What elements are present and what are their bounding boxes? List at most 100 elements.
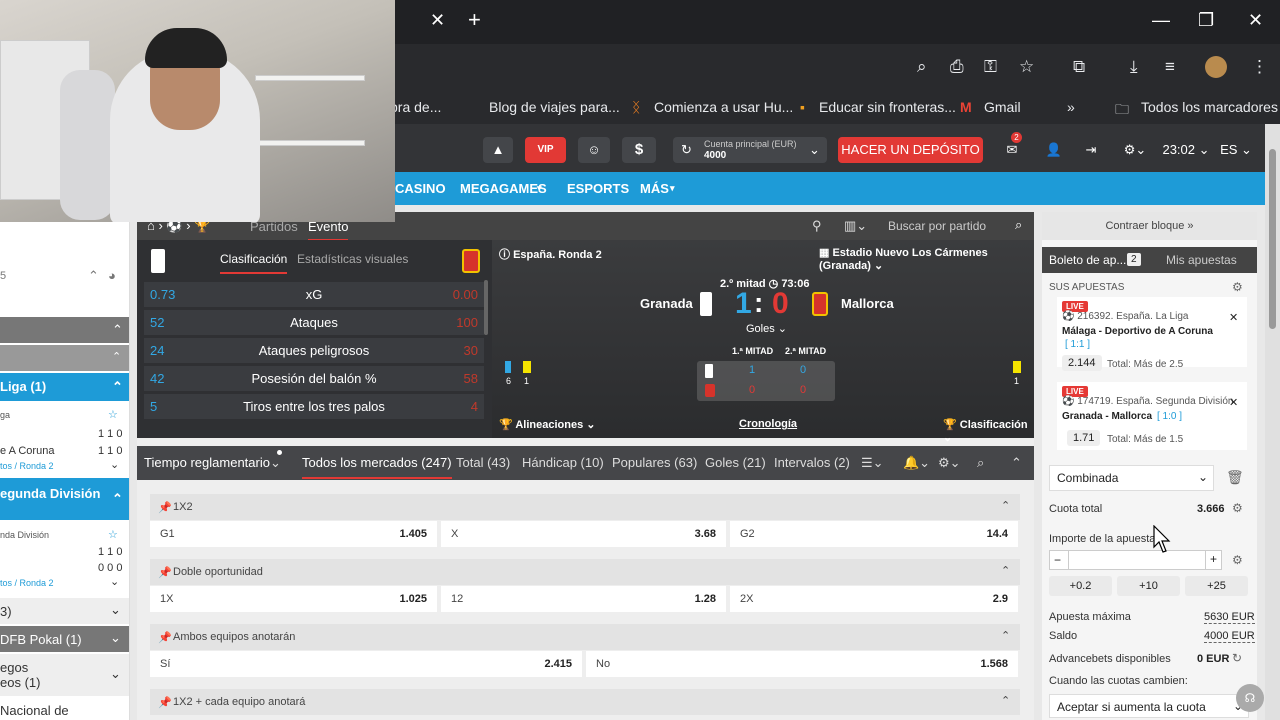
page-scrollbar[interactable] xyxy=(1265,124,1280,720)
quick-stake-3[interactable]: +25 xyxy=(1185,576,1248,596)
all-bookmarks-folder[interactable]: Todos los marcadores xyxy=(1141,99,1278,115)
install-icon[interactable]: ⎙ xyxy=(950,57,964,77)
match-round[interactable]: tos / Ronda 2 xyxy=(0,578,54,588)
cronologia-link[interactable]: Cronología xyxy=(739,418,797,430)
bookmark-star-icon[interactable]: ☆ xyxy=(1019,57,1034,77)
odd-cell[interactable]: G2 14.4 xyxy=(730,521,1018,547)
market-header[interactable]: 📌 Doble oportunidad ⌃ xyxy=(150,559,1020,585)
tab-all-markets[interactable]: Todos los mercados (247) xyxy=(302,455,452,479)
chevron-down-icon[interactable]: ⌄ xyxy=(110,458,119,471)
odd-cell[interactable]: 1X 1.025 xyxy=(150,586,437,612)
sidebar-item[interactable]: egos eos (1) ⌄ xyxy=(0,654,129,696)
time-display[interactable]: 23:02 ⌄ xyxy=(1162,137,1210,163)
remove-bet-icon[interactable]: ✕ xyxy=(1229,396,1238,409)
media-icon[interactable]: ≡ xyxy=(1165,57,1175,77)
sidebar-item-laliga[interactable]: Liga (1) ⌃ xyxy=(0,373,129,401)
star-icon[interactable]: ☆ xyxy=(108,528,118,541)
pin-icon[interactable]: 📌 xyxy=(158,566,172,579)
nav-esports[interactable]: ESPORTS xyxy=(567,181,629,196)
deposit-button[interactable]: HACER UN DEPÓSITO xyxy=(838,137,983,163)
bet-type-select[interactable]: Combinada ⌄ xyxy=(1049,465,1214,491)
more-bookmarks-button[interactable]: » xyxy=(1067,99,1075,115)
profile-avatar[interactable] xyxy=(1205,56,1227,78)
market-header[interactable]: 📌 Ambos equipos anotarán ⌃ xyxy=(150,624,1020,650)
trash-icon[interactable]: 🗑 xyxy=(1226,469,1244,486)
nav-mas[interactable]: MÁS xyxy=(640,181,669,196)
list-view-icon[interactable]: ☰⌄ xyxy=(861,455,884,471)
menu-dots-icon[interactable]: ⋮ xyxy=(1251,57,1268,77)
odd-cell[interactable]: 12 1.28 xyxy=(441,586,726,612)
collapse-icon[interactable]: ⌃ xyxy=(1011,455,1022,471)
sidebar-item[interactable]: Nacional de xyxy=(0,698,129,720)
account-selector[interactable]: ↻ Cuenta principal (EUR) 4000 ⌄ xyxy=(673,137,827,163)
bookmark-gmail[interactable]: Gmail xyxy=(984,99,1021,115)
chevron-up-icon[interactable]: ⌃ xyxy=(1001,629,1010,642)
match-round[interactable]: tos / Ronda 2 xyxy=(0,461,54,471)
odd-cell[interactable]: G1 1.405 xyxy=(150,521,437,547)
quick-stake-1[interactable]: +0.2 xyxy=(1049,576,1112,596)
chevron-down-icon[interactable]: ⌄ xyxy=(110,575,119,588)
bookmark-1[interactable]: pra de... xyxy=(390,99,441,115)
stats-scrollbar[interactable] xyxy=(484,280,488,335)
new-tab-button[interactable]: + xyxy=(468,7,481,33)
star-icon[interactable]: ☆ xyxy=(108,408,118,421)
tab-handicap[interactable]: Hándicap (10) xyxy=(522,455,604,470)
period-selector[interactable]: Tiempo reglamentario xyxy=(144,455,270,470)
chevron-up-icon[interactable]: ⌃ xyxy=(1001,499,1010,512)
quick-stake-2[interactable]: +10 xyxy=(1117,576,1180,596)
goles-dropdown[interactable]: Goles ⌄ xyxy=(746,322,787,335)
stadium-label[interactable]: ▦ Estadio Nuevo Los Cármenes (Granada) ⌄ xyxy=(819,246,1034,272)
chevron-up-icon[interactable]: ⌃ xyxy=(1001,694,1010,707)
alineaciones-button[interactable]: 🏆 Alineaciones ⌄ xyxy=(499,418,596,431)
search-icon[interactable]: ⌕ xyxy=(977,455,984,471)
scrollbar-thumb[interactable] xyxy=(1269,149,1276,329)
download-icon[interactable]: ⤓ xyxy=(1130,57,1138,77)
search-input[interactable]: Buscar por partido xyxy=(888,219,986,233)
pin-icon[interactable]: 📌 xyxy=(158,631,172,644)
stake-input[interactable]: − + xyxy=(1049,550,1222,570)
key-icon[interactable]: ⚿ xyxy=(984,57,997,77)
zoom-icon[interactable]: ⌕ xyxy=(917,57,927,77)
user-icon[interactable]: 👤 xyxy=(1038,137,1070,163)
settings-gear-icon[interactable]: ⚙⌄ xyxy=(1117,137,1153,163)
refresh-icon[interactable]: ↻ xyxy=(681,137,692,163)
sidebar-item-dfb[interactable]: DFB Pokal (1) ⌄ xyxy=(0,626,129,652)
pin-icon[interactable]: 📌 xyxy=(158,696,172,709)
stats-icon[interactable]: ▥⌄ xyxy=(844,218,867,234)
bookmark-4[interactable]: Educar sin fronteras... xyxy=(819,99,956,115)
vip-button[interactable]: VIP xyxy=(525,137,566,163)
sidebar-item-segunda[interactable]: egunda División ⌃ xyxy=(0,478,129,520)
decrease-stake-button[interactable]: − xyxy=(1054,553,1061,567)
close-window-button[interactable]: ✕ xyxy=(1248,10,1263,31)
chevron-down-icon[interactable]: ⌄ xyxy=(270,455,281,471)
bookmark-2[interactable]: Blog de viajes para... xyxy=(489,99,620,115)
refresh-icon[interactable]: ↻ xyxy=(1232,651,1242,665)
logout-icon[interactable]: ⇥ xyxy=(1078,137,1104,163)
sidebar-item[interactable]: 3) ⌄ xyxy=(0,598,129,624)
tab-estadisticas[interactable]: Estadísticas visuales xyxy=(297,252,408,266)
location-icon[interactable]: ⚲ xyxy=(812,218,822,234)
language-selector[interactable]: ES ⌄ xyxy=(1220,137,1252,163)
odd-cell[interactable]: 2X 2.9 xyxy=(730,586,1018,612)
odd-cell[interactable]: No 1.568 xyxy=(586,651,1018,677)
increase-stake-button[interactable]: + xyxy=(1210,552,1217,566)
sidebar-match[interactable]: ga ☆ 1 1 0 e A Coruna 1 1 0 tos / Ronda … xyxy=(0,402,129,478)
bookmark-3[interactable]: Comienza a usar Hu... xyxy=(654,99,793,115)
sidebar-section[interactable]: ⌃ xyxy=(0,317,129,343)
odds-change-select[interactable]: Aceptar si aumenta la cuota⌄ xyxy=(1049,694,1249,718)
maximize-button[interactable]: ❐ xyxy=(1198,10,1214,31)
settings-gear-icon[interactable]: ⚙ xyxy=(1232,280,1243,294)
close-tab-button[interactable]: ✕ xyxy=(430,10,445,31)
promo-icon[interactable]: ☺ xyxy=(578,137,610,163)
tab-evento[interactable]: Evento xyxy=(308,219,349,241)
minimize-button[interactable]: — xyxy=(1152,10,1170,31)
collapse-icon[interactable]: ⌃ xyxy=(88,268,99,284)
tab-populares[interactable]: Populares (63) xyxy=(612,455,697,470)
tab-clasificacion[interactable]: Clasificación xyxy=(220,252,288,274)
tab-intervalos[interactable]: Intervalos (2) xyxy=(774,455,850,470)
mail-icon[interactable]: ✉ 2 xyxy=(993,132,1031,163)
clasificacion-button[interactable]: 🏆 Clasificación ⌄ xyxy=(943,418,1034,444)
tab-my-bets[interactable]: Mis apuestas xyxy=(1166,253,1237,267)
odd-cell[interactable]: X 3.68 xyxy=(441,521,726,547)
chevron-up-icon[interactable]: ⌃ xyxy=(1001,564,1010,577)
